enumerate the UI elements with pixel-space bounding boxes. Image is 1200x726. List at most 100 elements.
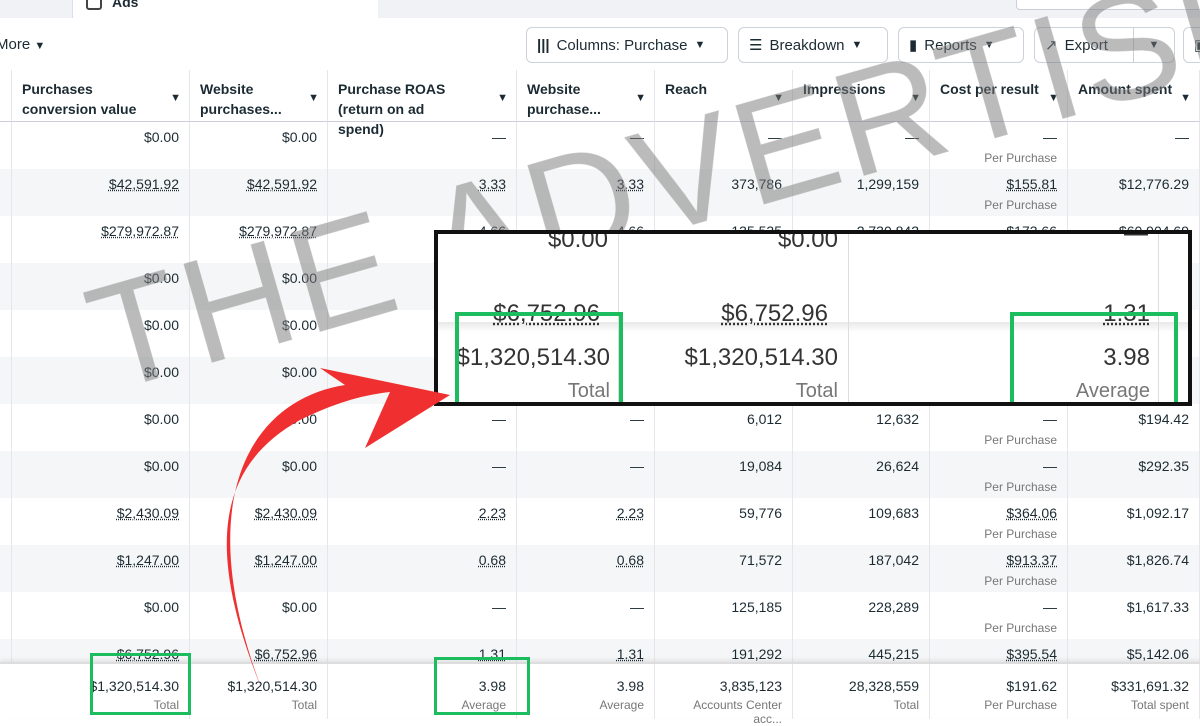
cell-value: $0.00 bbox=[144, 129, 179, 145]
cell-value: $12,776.29 bbox=[1119, 176, 1189, 192]
sort-caret-icon[interactable]: ▼ bbox=[1048, 88, 1059, 108]
cell-subtext: Per Purchase bbox=[940, 480, 1057, 494]
totals-value: $191.62 bbox=[1006, 678, 1057, 694]
table-cell: $0.00 bbox=[190, 357, 328, 404]
table-cell: $0.00 bbox=[190, 263, 328, 310]
ads-checkbox[interactable] bbox=[86, 0, 102, 10]
cell-value: — bbox=[1043, 411, 1057, 427]
cell-value: — bbox=[492, 458, 506, 474]
export-button[interactable]: ↗ Export bbox=[1034, 27, 1134, 63]
table-cell: — bbox=[517, 592, 655, 639]
table-cell: — bbox=[517, 451, 655, 498]
totals-label: Per Purchase bbox=[940, 698, 1057, 712]
table-cell: $2,430.09 bbox=[190, 498, 328, 545]
table-row[interactable]: $2,430.09 $2,430.09 2.23 2.23 59,776 109,683 $… bbox=[0, 498, 1200, 545]
cell-subtext: Per Purchase bbox=[940, 621, 1057, 635]
table-cell: $1,247.00 bbox=[190, 545, 328, 592]
totals-value: 3,835,123 bbox=[720, 678, 782, 694]
reports-button[interactable]: ▮ Reports ▼ bbox=[898, 27, 1024, 63]
sort-caret-icon[interactable]: ▼ bbox=[308, 88, 319, 108]
cell-value: 2.23 bbox=[479, 505, 506, 521]
row-edge-cell bbox=[0, 310, 12, 357]
search-field[interactable] bbox=[1016, 0, 1200, 10]
sort-caret-icon[interactable]: ▼ bbox=[635, 88, 646, 108]
table-row[interactable]: $42,591.92 $42,591.92 3.33 3.33 373,786 1,299… bbox=[0, 169, 1200, 216]
cell-subtext: Per Purchase bbox=[940, 198, 1057, 212]
breakdown-button[interactable]: ☰ Breakdown ▼ bbox=[738, 27, 888, 63]
export-dropdown[interactable]: ▼ bbox=[1133, 27, 1175, 63]
column-header[interactable]: Website purchases... ▼ bbox=[190, 70, 328, 122]
cell-value: $279,972.87 bbox=[239, 223, 317, 239]
cell-value: 228,289 bbox=[868, 599, 919, 615]
table-cell: $2,430.09 bbox=[12, 498, 190, 545]
zoom-sub-2: Total bbox=[728, 380, 838, 403]
totals-label: Accounts Center acc... bbox=[665, 698, 782, 726]
cell-value: $913.37 bbox=[1006, 552, 1057, 568]
column-header[interactable]: Purchases conversion value ▼ bbox=[12, 70, 190, 122]
sort-caret-icon[interactable]: ▼ bbox=[910, 88, 921, 108]
column-header[interactable]: Reach ▼ bbox=[655, 70, 793, 122]
column-header[interactable]: Website purchase... ▼ bbox=[517, 70, 655, 122]
table-cell: $292.35 bbox=[1068, 451, 1200, 498]
table-cell: 26,624 bbox=[793, 451, 930, 498]
totals-label: Total bbox=[803, 698, 919, 712]
table-cell: — bbox=[517, 122, 655, 169]
cell-value: — bbox=[1043, 129, 1057, 145]
table-cell: 187,042 bbox=[793, 545, 930, 592]
totals-label: Total bbox=[200, 698, 317, 712]
table-cell: 3.33 bbox=[517, 169, 655, 216]
sort-caret-icon[interactable]: ▼ bbox=[170, 88, 181, 108]
totals-cell: 3,835,123 Accounts Center acc... bbox=[655, 664, 793, 719]
table-cell: $0.00 bbox=[12, 404, 190, 451]
more-button[interactable]: More ▼ bbox=[0, 36, 45, 53]
table-row[interactable]: $1,247.00 $1,247.00 0.68 0.68 71,572 187,042 $… bbox=[0, 545, 1200, 592]
reports-icon: ▮ bbox=[909, 36, 917, 54]
table-cell: $913.37 Per Purchase bbox=[930, 545, 1068, 592]
cell-subtext: Per Purchase bbox=[940, 433, 1057, 447]
table-row[interactable]: $0.00 $0.00 — — 125,185 228,289 — Per Purchase $… bbox=[0, 592, 1200, 639]
sort-caret-icon[interactable]: ▼ bbox=[1180, 88, 1191, 108]
table-cell: 0.68 bbox=[517, 545, 655, 592]
cell-value: $6,752.96 bbox=[255, 646, 317, 662]
column-header[interactable]: Purchase ROAS (return on ad spend) ▼ bbox=[328, 70, 517, 122]
column-header[interactable]: Cost per result ▼ bbox=[930, 70, 1068, 122]
table-row[interactable]: $0.00 $0.00 — — 6,012 12,632 — Per Purchase $194… bbox=[0, 404, 1200, 451]
table-cell: $0.00 bbox=[12, 122, 190, 169]
row-edge-cell bbox=[0, 263, 12, 310]
columns-button[interactable]: ||| Columns: Purchase ▼ bbox=[526, 27, 728, 63]
table-cell: $12,776.29 bbox=[1068, 169, 1200, 216]
table-cell: $1,617.33 bbox=[1068, 592, 1200, 639]
sort-caret-icon[interactable]: ▼ bbox=[497, 88, 508, 108]
cell-value: $0.00 bbox=[144, 317, 179, 333]
table-cell: $0.00 bbox=[12, 310, 190, 357]
cell-value: $0.00 bbox=[282, 599, 317, 615]
totals-value: 28,328,559 bbox=[849, 678, 919, 694]
table-cell: 373,786 bbox=[655, 169, 793, 216]
more-label: More bbox=[0, 36, 30, 53]
reports-label: Reports bbox=[924, 37, 977, 54]
zoom-top-3: — bbox=[1078, 230, 1148, 248]
breakdown-icon: ☰ bbox=[749, 36, 762, 54]
column-header[interactable]: Amount spent ▼ bbox=[1068, 70, 1200, 122]
table-row[interactable]: $0.00 $0.00 — — — — — Per Purchase — bbox=[0, 122, 1200, 169]
table-cell: $279,972.87 bbox=[12, 216, 190, 263]
chart-button[interactable]: ▣ bbox=[1183, 27, 1200, 63]
row-edge-cell bbox=[0, 592, 12, 639]
sort-caret-icon[interactable]: ▼ bbox=[773, 88, 784, 108]
cell-subtext: Per Purchase bbox=[940, 527, 1057, 541]
top-strip: Ads bbox=[0, 0, 1200, 18]
cell-value: — bbox=[1175, 129, 1189, 145]
table-cell: 3.33 bbox=[328, 169, 517, 216]
zoom-value-2: $1,320,514.30 bbox=[668, 344, 838, 372]
cell-value: $279,972.87 bbox=[101, 223, 179, 239]
row-edge-cell bbox=[0, 169, 12, 216]
export-icon: ↗ bbox=[1045, 36, 1058, 54]
column-header[interactable]: Impressions ▼ bbox=[793, 70, 930, 122]
table-row[interactable]: $0.00 $0.00 — — 19,084 26,624 — Per Purchase $29… bbox=[0, 451, 1200, 498]
table-cell: — Per Purchase bbox=[930, 451, 1068, 498]
totals-cell: 3.98 Average bbox=[517, 664, 655, 719]
cell-value: — bbox=[768, 129, 782, 145]
cell-value: 187,042 bbox=[868, 552, 919, 568]
cell-value: 1,299,159 bbox=[857, 176, 919, 192]
cell-value: $1,247.00 bbox=[255, 552, 317, 568]
